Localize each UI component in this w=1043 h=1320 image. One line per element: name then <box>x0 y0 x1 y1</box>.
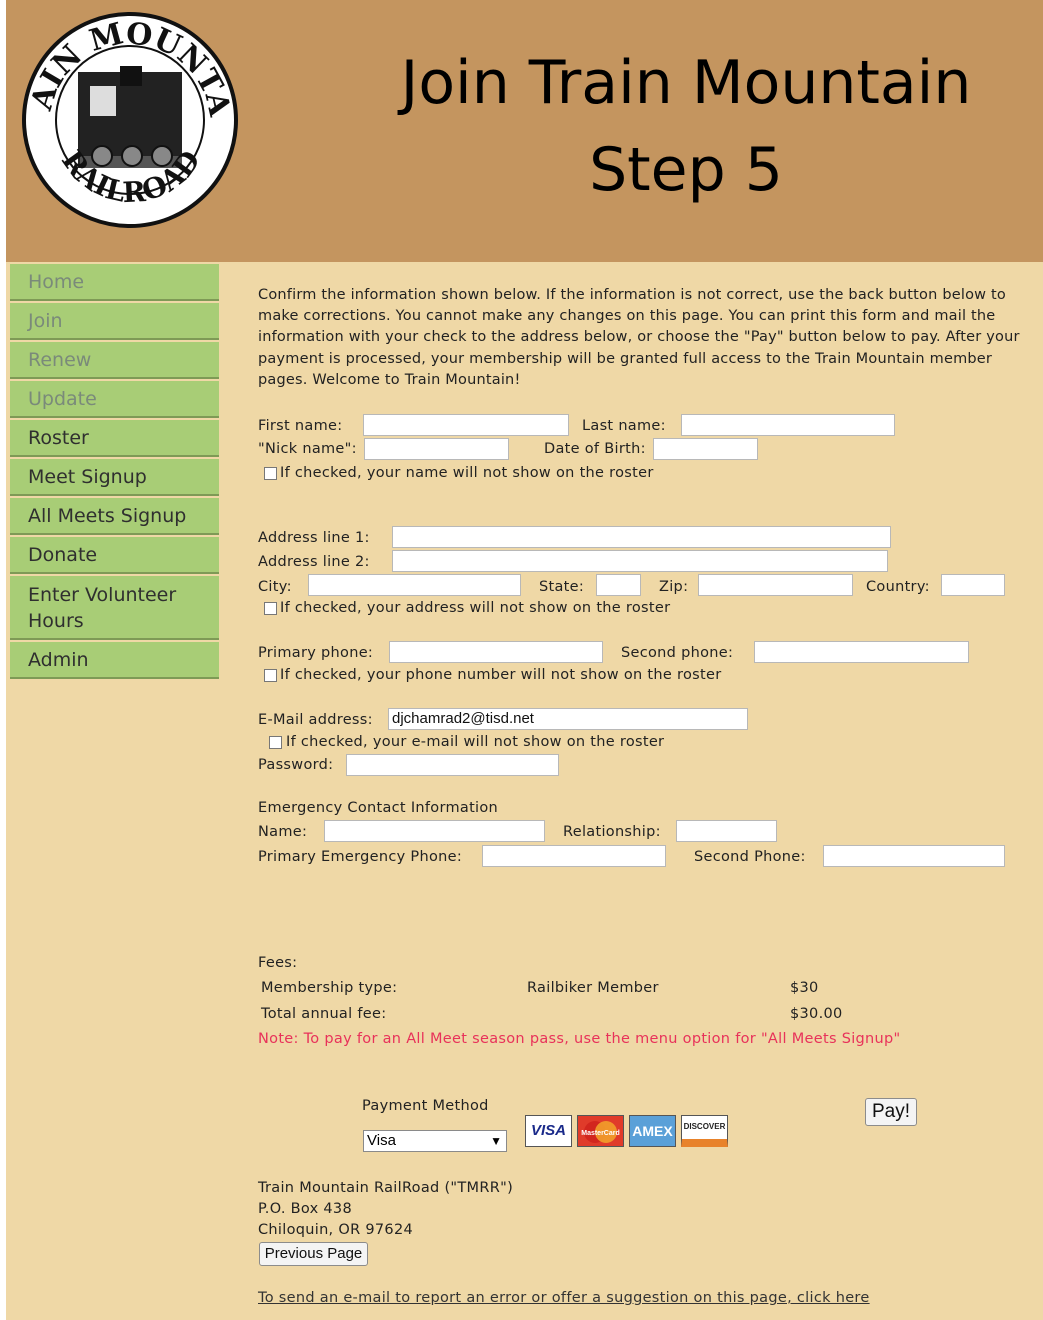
emergency-name-label: Name: <box>258 824 308 840</box>
nav-item-home[interactable]: Home <box>10 264 219 301</box>
nav-item-admin[interactable]: Admin <box>10 642 219 679</box>
emergency-second-phone-label: Second Phone: <box>694 849 806 865</box>
mastercard-circles-icon: MasterCard <box>581 1121 620 1143</box>
dob-field[interactable] <box>653 438 758 460</box>
all-meets-note: Note: To pay for an All Meet season pass… <box>258 1031 901 1047</box>
discover-card-icon: DISCOVER <box>681 1115 728 1147</box>
mastercard-card-icon: MasterCard <box>577 1115 624 1147</box>
hide-name-checkbox[interactable] <box>264 467 277 480</box>
address2-field[interactable] <box>392 550 888 572</box>
second-phone-field[interactable] <box>754 641 969 663</box>
nav-item-all-meets-signup[interactable]: All Meets Signup <box>10 498 219 535</box>
first-name-label: First name: <box>258 418 343 434</box>
total-fee-label: Total annual fee: <box>261 1006 387 1022</box>
membership-type-value: Railbiker Member <box>527 980 659 996</box>
relationship-label: Relationship: <box>563 824 661 840</box>
page: TRAIN MOUNTAIN RAILROAD Join Train Mount… <box>6 0 1043 1320</box>
zip-field[interactable] <box>698 574 853 596</box>
last-name-label: Last name: <box>582 418 666 434</box>
last-name-field[interactable] <box>681 414 895 436</box>
previous-page-button[interactable]: Previous Page <box>259 1242 368 1266</box>
page-title: Join Train Mountain <box>400 48 972 118</box>
nav-item-donate[interactable]: Donate <box>10 537 219 574</box>
address1-field[interactable] <box>392 526 891 548</box>
hide-email-checkbox[interactable] <box>269 736 282 749</box>
zip-label: Zip: <box>659 579 689 595</box>
payment-method-label: Payment Method <box>362 1098 489 1114</box>
pay-button[interactable]: Pay! <box>865 1098 917 1126</box>
dob-label: Date of Birth: <box>544 441 646 457</box>
emergency-second-phone-field[interactable] <box>823 845 1005 867</box>
city-state-zip: Chiloquin, OR 97624 <box>258 1222 413 1238</box>
email-label: E-Mail address: <box>258 712 373 728</box>
nav-item-roster[interactable]: Roster <box>10 420 219 457</box>
visa-card-icon: VISA <box>525 1115 572 1147</box>
address2-label: Address line 2: <box>258 554 370 570</box>
nick-name-label: "Nick name": <box>258 441 357 457</box>
total-fee-amount: $30.00 <box>790 1006 843 1022</box>
header: TRAIN MOUNTAIN RAILROAD Join Train Mount… <box>6 0 1043 262</box>
email-field[interactable]: djchamrad2@tisd.net <box>388 708 748 730</box>
address1-label: Address line 1: <box>258 530 370 546</box>
city-label: City: <box>258 579 292 595</box>
intro-text: Confirm the information shown below. If … <box>258 287 1020 388</box>
sidebar-nav: Home Join Renew Update Roster Meet Signu… <box>10 264 219 681</box>
po-box: P.O. Box 438 <box>258 1201 352 1217</box>
hide-phone-checkbox[interactable] <box>264 669 277 682</box>
hide-phone-label: If checked, your phone number will not s… <box>280 667 722 683</box>
state-label: State: <box>539 579 585 595</box>
hide-address-label: If checked, your address will not show o… <box>280 600 671 616</box>
payment-method-selected: Visa <box>367 1132 396 1149</box>
country-label: Country: <box>866 579 930 595</box>
country-field[interactable] <box>941 574 1005 596</box>
first-name-field[interactable] <box>363 414 569 436</box>
hide-email-label: If checked, your e-mail will not show on… <box>286 734 665 750</box>
nav-item-join[interactable]: Join <box>10 303 219 340</box>
svg-text:MasterCard: MasterCard <box>581 1130 620 1137</box>
emergency-heading: Emergency Contact Information <box>258 800 499 816</box>
city-field[interactable] <box>308 574 521 596</box>
nav-item-meet-signup[interactable]: Meet Signup <box>10 459 219 496</box>
membership-amount: $30 <box>790 980 819 996</box>
amex-card-icon: AMEX <box>629 1115 676 1147</box>
password-label: Password: <box>258 757 334 773</box>
primary-phone-field[interactable] <box>389 641 603 663</box>
chevron-down-icon: ▼ <box>490 1134 502 1148</box>
hide-name-label: If checked, your name will not show on t… <box>280 465 654 481</box>
nav-item-renew[interactable]: Renew <box>10 342 219 379</box>
nav-item-update[interactable]: Update <box>10 381 219 418</box>
fees-heading: Fees: <box>258 955 298 971</box>
second-phone-label: Second phone: <box>621 645 734 661</box>
membership-type-label: Membership type: <box>261 980 398 996</box>
report-error-link[interactable]: To send an e-mail to report an error or … <box>258 1290 870 1306</box>
relationship-field[interactable] <box>676 820 777 842</box>
hide-address-checkbox[interactable] <box>264 602 277 615</box>
primary-phone-label: Primary phone: <box>258 645 374 661</box>
password-field[interactable] <box>346 754 559 776</box>
emergency-name-field[interactable] <box>324 820 545 842</box>
payment-method-select[interactable]: Visa ▼ <box>363 1130 507 1152</box>
nav-item-volunteer-hours[interactable]: Enter Volunteer Hours <box>10 576 219 640</box>
page-subtitle: Step 5 <box>589 135 783 205</box>
train-mountain-logo: TRAIN MOUNTAIN RAILROAD <box>20 6 238 228</box>
emergency-primary-phone-field[interactable] <box>482 845 666 867</box>
org-name: Train Mountain RailRoad ("TMRR") <box>258 1180 514 1196</box>
emergency-primary-phone-label: Primary Emergency Phone: <box>258 849 463 865</box>
nick-name-field[interactable] <box>364 438 509 460</box>
state-field[interactable] <box>596 574 641 596</box>
